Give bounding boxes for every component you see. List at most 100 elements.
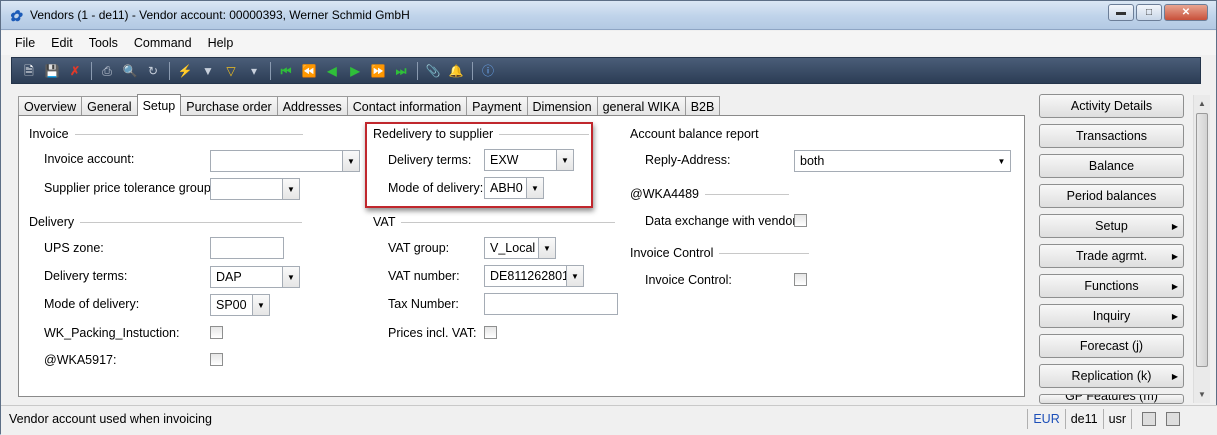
tab-general[interactable]: General <box>81 96 138 116</box>
delivery-group-label: Delivery <box>29 215 75 229</box>
menu-tools[interactable]: Tools <box>89 36 118 50</box>
scroll-thumb[interactable] <box>1196 113 1208 367</box>
replication-button[interactable]: Replication (k) ▶ <box>1039 364 1184 388</box>
setup-menu-button[interactable]: Setup ▶ <box>1039 214 1184 238</box>
ups-zone-field[interactable] <box>210 237 284 259</box>
vertical-scrollbar[interactable]: ▲ ▼ <box>1193 95 1210 403</box>
print-icon[interactable]: ⎙ <box>98 62 116 80</box>
functions-button[interactable]: Functions ▶ <box>1039 274 1184 298</box>
dynamics-ax-icon: ✿ <box>9 8 22 25</box>
inquiry-button[interactable]: Inquiry ▶ <box>1039 304 1184 328</box>
chevron-down-icon[interactable]: ▼ <box>993 151 1010 171</box>
chevron-down-icon[interactable]: ▼ <box>526 178 543 198</box>
tab-b2b[interactable]: B2B <box>684 96 721 116</box>
tab-purchase-order[interactable]: Purchase order <box>180 96 278 116</box>
prices-incl-vat-checkbox[interactable] <box>484 326 497 339</box>
chevron-down-icon[interactable]: ▼ <box>282 179 299 199</box>
tab-overview[interactable]: Overview <box>18 96 83 116</box>
chevron-down-icon[interactable]: ▼ <box>282 267 299 287</box>
invoice-control-group-title: Invoice Control <box>630 246 810 260</box>
chevron-down-icon[interactable]: ▼ <box>556 150 573 170</box>
gp-features-button[interactable]: GP Features (m) <box>1039 394 1184 404</box>
wka5917-checkbox[interactable] <box>210 353 223 366</box>
company-indicator[interactable]: de11 <box>1064 409 1103 429</box>
status-help-text: Vendor account used when invoicing <box>9 412 212 426</box>
invoice-account-field[interactable]: ▼ <box>210 150 360 172</box>
lock-icon[interactable] <box>1142 412 1156 426</box>
toolbar-separator <box>169 61 170 80</box>
scroll-down-icon[interactable]: ▼ <box>1194 386 1210 403</box>
redelivery-group-title: Redelivery to supplier <box>373 127 590 141</box>
reply-address-field[interactable]: both ▼ <box>794 150 1011 172</box>
tab-payment[interactable]: Payment <box>466 96 528 116</box>
menu-file[interactable]: File <box>15 36 35 50</box>
minimize-button[interactable]: ▬ <box>1108 4 1134 21</box>
tab-general-wika[interactable]: general WIKA <box>596 96 686 116</box>
packing-instruction-label: WK_Packing_Instuction: <box>44 326 180 340</box>
save-icon[interactable]: 💾 <box>43 62 61 80</box>
menu-edit[interactable]: Edit <box>51 36 73 50</box>
packing-instruction-checkbox[interactable] <box>210 326 223 339</box>
close-button[interactable]: ✕ <box>1164 4 1208 21</box>
filter-by-selection-icon[interactable]: ⚡ <box>176 62 194 80</box>
help-icon[interactable]: ⓘ <box>479 62 497 80</box>
vat-number-field[interactable]: DE811262801 ▼ <box>484 265 584 287</box>
delivery-terms-value: DAP <box>216 270 242 284</box>
data-exchange-checkbox[interactable] <box>794 214 807 227</box>
redelivery-mode-value: ABH0 <box>490 181 523 195</box>
wka5917-label: @WKA5917: <box>44 353 117 367</box>
inquiry-label: Inquiry <box>1092 309 1131 323</box>
new-icon[interactable]: 🗎 <box>20 62 38 80</box>
redelivery-terms-field[interactable]: EXW ▼ <box>484 149 574 171</box>
refresh-icon[interactable]: ↻ <box>144 62 162 80</box>
database-icon[interactable] <box>1166 412 1180 426</box>
delete-icon[interactable]: ✗ <box>66 62 84 80</box>
chevron-down-icon[interactable]: ▼ <box>342 151 359 171</box>
maximize-button[interactable]: □ <box>1136 4 1162 21</box>
invoice-group-label: Invoice <box>29 127 69 141</box>
balance-button[interactable]: Balance <box>1039 154 1184 178</box>
menu-command[interactable]: Command <box>134 36 192 50</box>
minimize-icon: ▬ <box>1116 7 1126 18</box>
previous-record-icon[interactable]: ◀ <box>323 62 341 80</box>
price-tolerance-field[interactable]: ▼ <box>210 178 300 200</box>
submenu-arrow-icon: ▶ <box>1171 281 1178 291</box>
vat-group-field[interactable]: V_Local ▼ <box>484 237 556 259</box>
ups-zone-label: UPS zone: <box>44 241 104 255</box>
invoice-control-checkbox[interactable] <box>794 273 807 286</box>
invoice-control-group-label: Invoice Control <box>630 246 714 260</box>
print-preview-icon[interactable]: 🔍 <box>121 62 139 80</box>
tab-setup[interactable]: Setup <box>136 94 182 116</box>
replication-label: Replication (k) <box>1071 369 1152 383</box>
delivery-terms-field[interactable]: DAP ▼ <box>210 266 300 288</box>
redelivery-mode-field[interactable]: ABH0 ▼ <box>484 177 544 199</box>
next-page-icon[interactable]: ⏩ <box>369 62 387 80</box>
previous-page-icon[interactable]: ⏪ <box>300 62 318 80</box>
document-handling-icon[interactable]: 📎 <box>424 62 442 80</box>
trade-agreements-button[interactable]: Trade agrmt. ▶ <box>1039 244 1184 268</box>
period-balances-button[interactable]: Period balances <box>1039 184 1184 208</box>
tab-addresses[interactable]: Addresses <box>276 96 348 116</box>
mode-of-delivery-field[interactable]: SP00 ▼ <box>210 294 270 316</box>
transactions-button[interactable]: Transactions <box>1039 124 1184 148</box>
first-record-icon[interactable]: ⏮ <box>277 62 295 80</box>
last-record-icon[interactable]: ⏭ <box>392 62 410 80</box>
toolbar-separator <box>270 61 271 80</box>
chevron-down-icon[interactable]: ▼ <box>252 295 269 315</box>
chevron-down-icon[interactable]: ▼ <box>566 266 583 286</box>
menu-help[interactable]: Help <box>208 36 234 50</box>
scroll-up-icon[interactable]: ▲ <box>1194 95 1210 112</box>
currency-indicator[interactable]: EUR <box>1027 409 1064 429</box>
activity-details-button[interactable]: Activity Details <box>1039 94 1184 118</box>
next-record-icon[interactable]: ▶ <box>346 62 364 80</box>
chevron-down-icon[interactable]: ▼ <box>538 238 555 258</box>
alert-icon[interactable]: 🔔 <box>447 62 465 80</box>
divider <box>704 193 789 195</box>
tab-dimension[interactable]: Dimension <box>526 96 598 116</box>
tax-number-field[interactable] <box>484 293 618 315</box>
remove-filter-icon[interactable]: ▾ <box>245 62 263 80</box>
tab-contact-information[interactable]: Contact information <box>346 96 468 116</box>
filter-icon[interactable]: ▼ <box>199 62 217 80</box>
forecast-button[interactable]: Forecast (j) <box>1039 334 1184 358</box>
advanced-filter-icon[interactable]: ▽ <box>222 62 240 80</box>
